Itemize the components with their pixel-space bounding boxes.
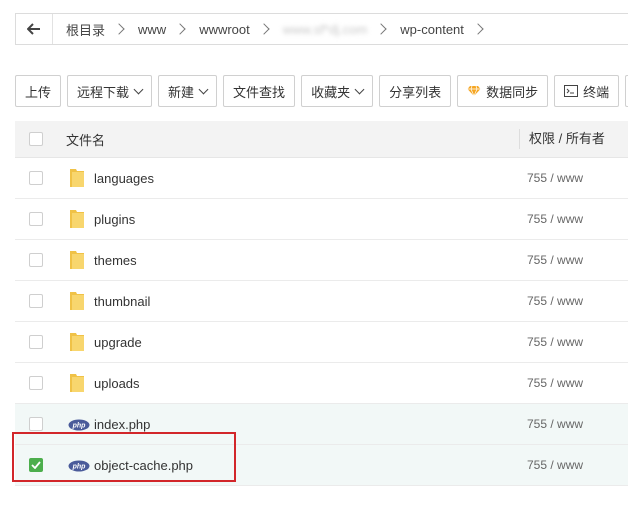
chevron-down-icon <box>354 84 365 94</box>
file-permission[interactable]: 755 / www <box>527 335 583 349</box>
folder-icon <box>68 332 86 357</box>
breadcrumb: 根目录 www wwwroot www.sf*dj.com wp-content <box>15 13 628 45</box>
file-name[interactable]: upgrade <box>94 335 142 350</box>
chevron-down-icon <box>133 84 144 94</box>
breadcrumb-item-site[interactable]: www.sf*dj.com <box>270 14 388 44</box>
file-name[interactable]: thumbnail <box>94 294 150 309</box>
terminal-button[interactable]: 终端 <box>554 75 620 107</box>
row-checkbox[interactable] <box>29 253 43 267</box>
favorites-button[interactable]: 收藏夹 <box>301 75 374 107</box>
share-list-button[interactable]: 分享列表 <box>379 75 452 107</box>
column-header-permission[interactable]: 权限 / 所有者 <box>519 129 605 149</box>
file-permission[interactable]: 755 / www <box>527 171 583 185</box>
table-header: 文件名 权限 / 所有者 <box>15 121 628 158</box>
data-sync-button[interactable]: 数据同步 <box>457 75 549 107</box>
breadcrumb-item-wwwroot[interactable]: wwwroot <box>186 14 270 44</box>
folder-icon <box>68 291 86 316</box>
table-row[interactable]: uploads 755 / www <box>15 363 628 404</box>
toolbar: 上传 远程下载 新建 文件查找 收藏夹 分享列表 数据同步 终端 <box>15 75 628 107</box>
folder-icon <box>68 168 86 193</box>
table-row[interactable]: upgrade 755 / www <box>15 322 628 363</box>
select-all-checkbox[interactable] <box>29 132 43 146</box>
file-search-button[interactable]: 文件查找 <box>223 75 296 107</box>
row-checkbox[interactable] <box>29 212 43 226</box>
file-permission[interactable]: 755 / www <box>527 417 583 431</box>
file-name[interactable]: plugins <box>94 212 135 227</box>
chevron-right-icon <box>174 23 186 35</box>
file-permission[interactable]: 755 / www <box>527 458 583 472</box>
row-checkbox[interactable] <box>29 376 43 390</box>
file-name[interactable]: index.php <box>94 417 150 432</box>
file-name[interactable]: uploads <box>94 376 140 391</box>
column-header-name[interactable]: 文件名 <box>66 130 105 149</box>
row-checkbox[interactable] <box>29 171 43 185</box>
svg-text:php: php <box>72 423 87 430</box>
arrow-left-icon <box>27 23 40 35</box>
diamond-icon <box>467 85 481 97</box>
file-permission[interactable]: 755 / www <box>527 212 583 226</box>
upload-button[interactable]: 上传 <box>15 75 62 107</box>
row-checkbox[interactable] <box>29 417 43 431</box>
table-row[interactable]: languages 755 / www <box>15 158 628 199</box>
back-button[interactable] <box>16 14 53 44</box>
remote-download-button[interactable]: 远程下载 <box>67 75 153 107</box>
file-name[interactable]: themes <box>94 253 137 268</box>
file-permission[interactable]: 755 / www <box>527 376 583 390</box>
chevron-right-icon <box>472 23 484 35</box>
folder-icon <box>68 209 86 234</box>
chevron-right-icon <box>375 23 387 35</box>
row-checkbox[interactable] <box>29 294 43 308</box>
selection-highlight <box>12 432 236 482</box>
row-checkbox[interactable] <box>29 335 43 349</box>
breadcrumb-item-www[interactable]: www <box>125 14 186 44</box>
chevron-right-icon <box>258 23 270 35</box>
file-permission[interactable]: 755 / www <box>527 253 583 267</box>
file-name[interactable]: languages <box>94 171 154 186</box>
chevron-down-icon <box>198 84 209 94</box>
chevron-right-icon <box>113 23 125 35</box>
breadcrumb-item-root[interactable]: 根目录 <box>53 14 125 44</box>
breadcrumb-item-wp-content[interactable]: wp-content <box>387 14 484 44</box>
table-row[interactable]: thumbnail 755 / www <box>15 281 628 322</box>
table-row[interactable]: themes 755 / www <box>15 240 628 281</box>
folder-icon <box>68 250 86 275</box>
folder-icon <box>68 373 86 398</box>
new-button[interactable]: 新建 <box>158 75 218 107</box>
terminal-icon <box>564 85 579 97</box>
file-permission[interactable]: 755 / www <box>527 294 583 308</box>
table-row[interactable]: plugins 755 / www <box>15 199 628 240</box>
